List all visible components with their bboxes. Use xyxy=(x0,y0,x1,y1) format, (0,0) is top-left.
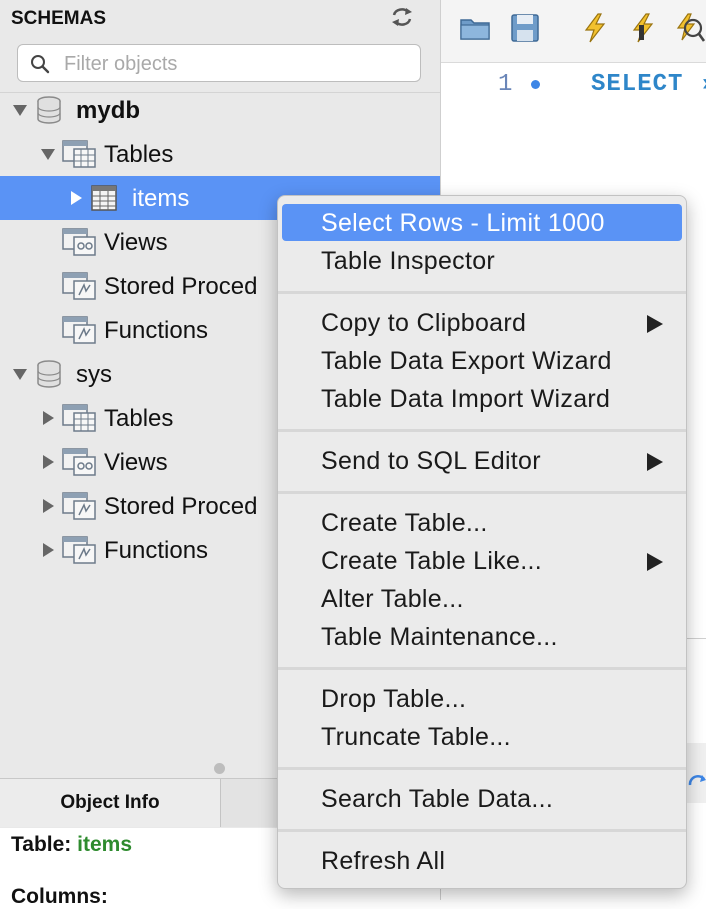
menu-item-table-maintenance[interactable]: Table Maintenance... xyxy=(282,618,682,655)
info-columns-label: Columns: xyxy=(11,885,108,908)
functions-folder-icon xyxy=(62,536,96,564)
table-context-menu: Select Rows - Limit 1000 Table Inspector… xyxy=(277,195,687,889)
tree-item-label: items xyxy=(132,185,190,212)
schemas-title: SCHEMAS xyxy=(11,8,107,29)
menu-separator xyxy=(278,829,686,832)
tree-item-label: Views xyxy=(104,229,168,256)
refresh-icon[interactable] xyxy=(686,763,706,801)
menu-separator xyxy=(278,291,686,294)
menu-item-label: Search Table Data... xyxy=(321,785,554,813)
tree-item-label: Functions xyxy=(104,537,209,564)
tree-item-label: sys xyxy=(76,361,112,388)
tree-item-label: Tables xyxy=(104,141,174,168)
menu-item-search-table-data[interactable]: Search Table Data... xyxy=(282,780,682,817)
database-icon xyxy=(37,360,61,388)
submenu-arrow-icon xyxy=(647,315,663,333)
refresh-icon[interactable] xyxy=(390,6,414,28)
tree-item-label: Functions xyxy=(104,317,209,344)
menu-item-truncate-table[interactable]: Truncate Table... xyxy=(282,718,682,755)
search-icon xyxy=(30,54,50,74)
filter-box xyxy=(17,44,421,82)
tree-item-label: mydb xyxy=(76,97,141,124)
menu-item-label: Select Rows - Limit 1000 xyxy=(321,209,605,237)
disclosure-open-icon[interactable] xyxy=(40,146,56,162)
info-table-line: Table: items xyxy=(11,833,132,857)
menu-separator xyxy=(278,491,686,494)
stored-procedures-folder-icon xyxy=(62,492,96,520)
tree-item-mydb[interactable]: mydb xyxy=(0,88,440,132)
menu-separator xyxy=(278,767,686,770)
table-icon xyxy=(91,185,117,211)
sql-code[interactable]: SELECT › xyxy=(591,71,706,98)
views-folder-icon xyxy=(62,228,96,256)
menu-item-label: Table Inspector xyxy=(321,247,496,275)
menu-separator xyxy=(278,667,686,670)
info-table-value: items xyxy=(77,833,132,856)
tree-item-label: Stored Proced xyxy=(104,493,258,520)
menu-item-label: Table Data Export Wizard xyxy=(321,347,612,375)
disclosure-closed-icon[interactable] xyxy=(40,410,56,426)
divider xyxy=(686,638,706,639)
tree-item-tables[interactable]: Tables xyxy=(0,132,440,176)
tab-object-info[interactable]: Object Info xyxy=(0,779,221,827)
database-icon xyxy=(37,96,61,124)
splitter-handle[interactable] xyxy=(214,763,225,774)
menu-item-label: Create Table... xyxy=(321,509,488,537)
menu-item-drop-table[interactable]: Drop Table... xyxy=(282,680,682,717)
menu-item-send-to-sql-editor[interactable]: Send to SQL Editor xyxy=(282,442,682,479)
disclosure-closed-icon[interactable] xyxy=(68,190,84,206)
menu-item-label: Truncate Table... xyxy=(321,723,511,751)
line-marker-icon xyxy=(531,80,540,89)
menu-item-refresh-all[interactable]: Refresh All xyxy=(282,842,682,879)
disclosure-closed-icon[interactable] xyxy=(40,498,56,514)
tree-item-label: Views xyxy=(104,449,168,476)
menu-item-label: Send to SQL Editor xyxy=(321,447,541,475)
tables-folder-icon xyxy=(62,140,96,168)
menu-item-label: Copy to Clipboard xyxy=(321,309,527,337)
menu-item-export-wizard[interactable]: Table Data Export Wizard xyxy=(282,342,682,379)
execute-lightning-icon[interactable] xyxy=(579,12,611,44)
disclosure-open-icon[interactable] xyxy=(12,366,28,382)
disclosure-open-icon[interactable] xyxy=(12,102,28,118)
submenu-arrow-icon xyxy=(647,553,663,571)
tree-item-label: Stored Proced xyxy=(104,273,258,300)
info-table-label: Table: xyxy=(11,833,72,856)
save-icon[interactable] xyxy=(509,12,541,44)
menu-item-label: Table Maintenance... xyxy=(321,623,558,651)
tables-folder-icon xyxy=(62,404,96,432)
menu-item-select-rows[interactable]: Select Rows - Limit 1000 xyxy=(282,204,682,241)
filter-objects-input[interactable] xyxy=(62,50,406,78)
functions-folder-icon xyxy=(62,316,96,344)
disclosure-closed-icon[interactable] xyxy=(40,542,56,558)
menu-item-copy-to-clipboard[interactable]: Copy to Clipboard xyxy=(282,304,682,341)
line-number: 1 xyxy=(498,71,513,98)
explain-icon[interactable] xyxy=(673,12,705,44)
execute-current-icon[interactable] xyxy=(627,12,659,44)
editor-toolbar xyxy=(441,0,706,63)
menu-item-label: Refresh All xyxy=(321,847,446,875)
views-folder-icon xyxy=(62,448,96,476)
menu-item-create-table-like[interactable]: Create Table Like... xyxy=(282,542,682,579)
open-folder-icon[interactable] xyxy=(459,12,491,44)
stored-procedures-folder-icon xyxy=(62,272,96,300)
menu-item-label: Drop Table... xyxy=(321,685,467,713)
menu-item-table-inspector[interactable]: Table Inspector xyxy=(282,242,682,279)
menu-item-label: Alter Table... xyxy=(321,585,464,613)
disclosure-closed-icon[interactable] xyxy=(40,454,56,470)
tree-item-label: Tables xyxy=(104,405,174,432)
menu-item-create-table[interactable]: Create Table... xyxy=(282,504,682,541)
menu-item-label: Create Table Like... xyxy=(321,547,542,575)
menu-separator xyxy=(278,429,686,432)
menu-item-alter-table[interactable]: Alter Table... xyxy=(282,580,682,617)
menu-item-label: Table Data Import Wizard xyxy=(321,385,611,413)
menu-item-import-wizard[interactable]: Table Data Import Wizard xyxy=(282,380,682,417)
submenu-arrow-icon xyxy=(647,453,663,471)
